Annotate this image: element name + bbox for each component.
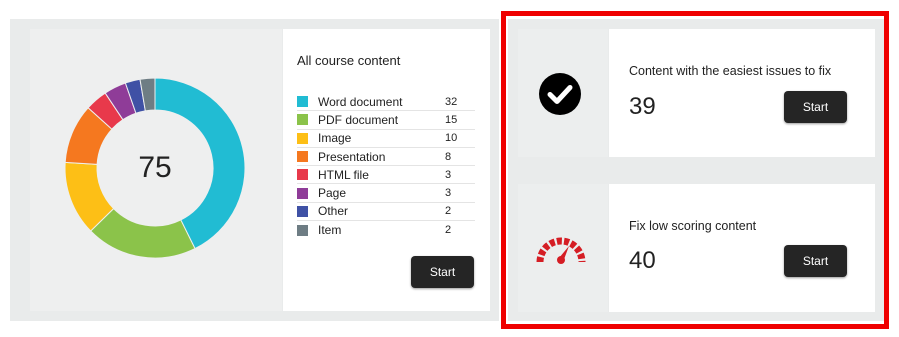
legend-count: 2	[445, 224, 452, 237]
donut-chart: 75	[63, 76, 247, 260]
legend-swatch	[297, 114, 308, 126]
legend-swatch	[297, 205, 308, 217]
legend-count: 10	[445, 132, 458, 145]
easiest-count: 39	[629, 93, 656, 120]
legend-item: HTML file 3	[297, 166, 475, 185]
legend-swatch	[297, 224, 308, 236]
legend-label: Presentation	[318, 149, 386, 164]
checkmark-circle-icon	[539, 73, 581, 115]
legend-count: 8	[445, 150, 452, 163]
legend-count: 3	[445, 187, 452, 200]
legend-swatch	[297, 96, 308, 108]
legend-swatch	[297, 169, 308, 181]
legend-label: PDF document	[318, 112, 399, 127]
legend-label: Item	[318, 223, 342, 238]
legend-item: Presentation 8	[297, 148, 475, 167]
legend-item: Item 2	[297, 221, 475, 239]
easiest-start-button[interactable]: Start	[784, 91, 847, 123]
legend-count: 15	[445, 113, 458, 126]
legend-swatch	[297, 151, 308, 163]
legend-count: 32	[445, 95, 458, 108]
legend-item: Image 10	[297, 130, 475, 148]
low-scoring-count: 40	[629, 247, 656, 274]
summary-title: All course content	[297, 53, 401, 68]
legend-label: Other	[318, 204, 349, 219]
low-scoring-title: Fix low scoring content	[629, 219, 757, 233]
legend-item: Word document 32	[297, 93, 475, 112]
legend-item: Other 2	[297, 203, 475, 222]
legend-label: HTML file	[318, 167, 369, 182]
legend-count: 3	[445, 168, 452, 181]
low-scoring-start-button[interactable]: Start	[784, 245, 847, 277]
legend-item: PDF document 15	[297, 111, 475, 130]
legend-swatch	[297, 187, 308, 199]
legend-list: Word document 32 PDF document 15 Image 10 Pres…	[297, 93, 475, 239]
easiest-title: Content with the easiest issues to fix	[629, 64, 832, 78]
summary-start-button[interactable]: Start	[411, 256, 474, 288]
gauge-icon	[536, 237, 586, 264]
legend-swatch	[297, 132, 308, 144]
legend-label: Page	[318, 186, 347, 201]
legend-count: 2	[445, 205, 452, 218]
legend-label: Image	[318, 131, 352, 146]
legend-label: Word document	[318, 94, 403, 109]
legend-item: Page 3	[297, 184, 475, 203]
donut-total: 75	[138, 151, 172, 184]
